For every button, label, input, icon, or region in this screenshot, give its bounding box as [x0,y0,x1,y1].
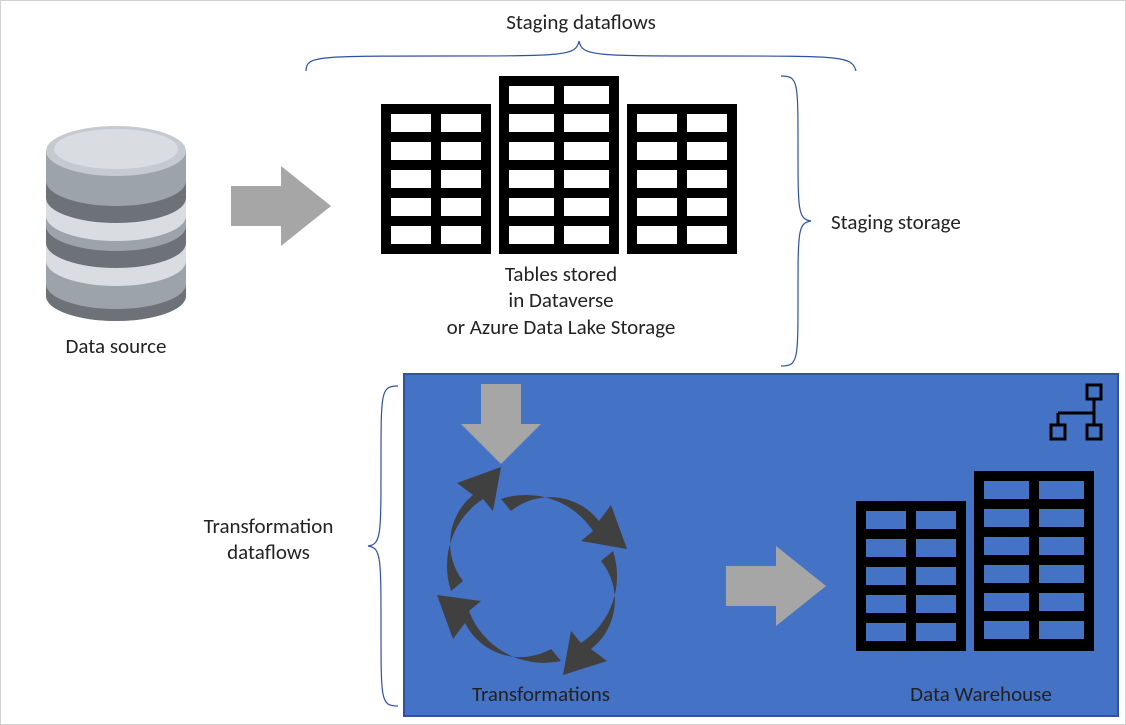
transform-cycle-icon [431,461,651,681]
label-transformation-dataflows-l2: dataflows [227,539,310,565]
label-tables-stored: Tables stored in Dataverse or Azure Data… [401,261,721,340]
label-transformation-dataflows-l1: Transformation [204,513,334,539]
arrow-source-to-staging [226,161,336,251]
arrow-staging-to-transform [456,379,546,469]
label-transformations: Transformations [426,681,656,707]
label-transformation-dataflows: Transformation dataflows [176,513,361,566]
brace-right [776,71,816,371]
staging-tables-icon [371,76,751,266]
arrow-transform-to-dw [721,541,831,631]
label-tables-stored-l3: or Azure Data Lake Storage [447,314,676,340]
brace-top [301,36,861,76]
label-tables-stored-l2: in Dataverse [508,287,613,313]
brace-left [363,381,403,711]
label-tables-stored-l1: Tables stored [505,261,617,287]
hierarchy-icon [1049,383,1109,443]
label-data-warehouse: Data Warehouse [856,681,1106,707]
label-staging-dataflows: Staging dataflows [371,9,791,35]
label-data-source: Data source [41,333,191,359]
data-source-icon [36,116,196,336]
data-warehouse-icon [856,471,1106,671]
label-staging-storage: Staging storage [831,209,1031,235]
